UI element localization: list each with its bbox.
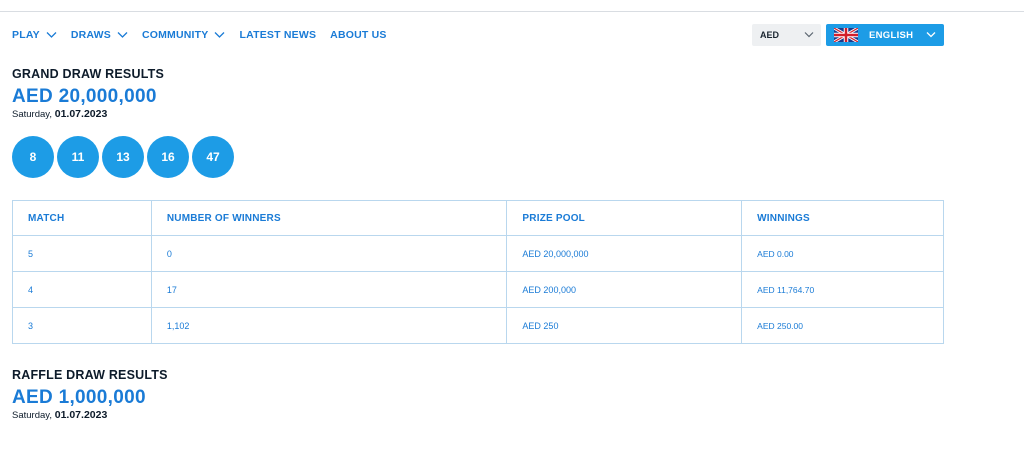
header-number-of-winners: NUMBER OF WINNERS [150, 200, 508, 236]
chevron-down-icon [117, 31, 128, 39]
chevron-down-icon [214, 31, 225, 39]
cell-winners: 1,102 [150, 307, 508, 344]
cell-winnings: AED 11,764.70 [741, 271, 944, 308]
nav-item-draws[interactable]: DRAWS [71, 29, 128, 41]
table-row: 3 1,102 AED 250 AED 250.00 [12, 307, 944, 344]
nav-item-label: PLAY [12, 29, 40, 41]
cell-winnings: AED 0.00 [741, 235, 944, 272]
header-match: MATCH [12, 200, 152, 236]
language-select[interactable]: ENGLISH [826, 24, 944, 46]
cell-prize-pool: AED 250 [506, 307, 743, 344]
top-divider [0, 11, 1024, 12]
raffle-draw-title: RAFFLE DRAW RESULTS [12, 368, 168, 382]
grand-draw-date: Saturday, 01.07.2023 [12, 108, 107, 120]
number-ball: 13 [102, 136, 144, 178]
nav-item-latest-news[interactable]: LATEST NEWS [239, 29, 316, 41]
results-table: MATCH NUMBER OF WINNERS PRIZE POOL WINNI… [12, 200, 944, 344]
table-row: 5 0 AED 20,000,000 AED 0.00 [12, 235, 944, 272]
chevron-down-icon [46, 31, 57, 39]
main-nav: PLAY DRAWS COMMUNITY LATEST NEWS ABOUT U… [12, 28, 401, 42]
nav-item-label: ABOUT US [330, 29, 387, 41]
currency-value: AED [760, 30, 780, 40]
table-row: 4 17 AED 200,000 AED 11,764.70 [12, 271, 944, 308]
number-ball: 16 [147, 136, 189, 178]
nav-item-label: COMMUNITY [141, 29, 209, 41]
cell-prize-pool: AED 200,000 [506, 271, 743, 308]
winning-numbers: 8 11 13 16 47 [12, 136, 237, 178]
number-ball: 47 [192, 136, 234, 178]
currency-select[interactable]: AED [752, 24, 821, 46]
nav-item-community[interactable]: COMMUNITY [142, 29, 226, 41]
header-winnings: WINNINGS [741, 200, 944, 236]
language-label: ENGLISH [869, 30, 914, 41]
cell-match: 5 [12, 235, 152, 272]
number-ball: 8 [12, 136, 54, 178]
cell-match: 3 [12, 307, 152, 344]
chevron-down-icon [926, 32, 936, 38]
cell-winnings: AED 250.00 [741, 307, 944, 344]
uk-flag-icon [834, 28, 858, 42]
header-prize-pool: PRIZE POOL [506, 200, 743, 236]
cell-match: 4 [12, 271, 152, 308]
chevron-down-icon [804, 32, 814, 38]
raffle-draw-date: Saturday, 01.07.2023 [12, 409, 107, 421]
draw-day: Saturday, [12, 410, 52, 421]
table-header-row: MATCH NUMBER OF WINNERS PRIZE POOL WINNI… [12, 200, 944, 236]
draw-date-value: 01.07.2023 [54, 409, 108, 421]
draw-day: Saturday, [12, 109, 52, 120]
cell-prize-pool: AED 20,000,000 [506, 235, 743, 272]
cell-winners: 17 [150, 271, 508, 308]
nav-item-play[interactable]: PLAY [12, 29, 57, 41]
nav-item-about-us[interactable]: ABOUT US [330, 29, 386, 41]
grand-draw-amount: AED 20,000,000 [12, 86, 157, 107]
number-ball: 11 [57, 136, 99, 178]
raffle-draw-amount: AED 1,000,000 [12, 387, 146, 408]
grand-draw-title: GRAND DRAW RESULTS [12, 67, 164, 81]
nav-item-label: DRAWS [70, 29, 111, 41]
nav-item-label: LATEST NEWS [239, 29, 317, 41]
draw-date-value: 01.07.2023 [54, 108, 108, 120]
cell-winners: 0 [150, 235, 508, 272]
